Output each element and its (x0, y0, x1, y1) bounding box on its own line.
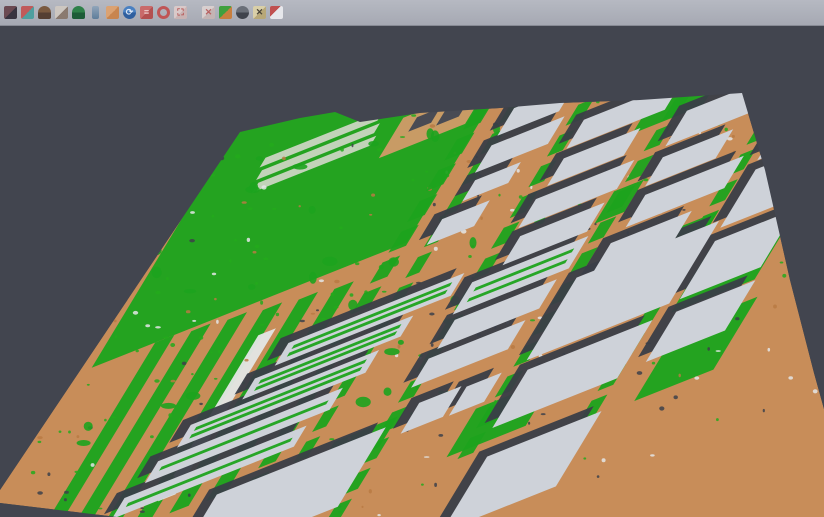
classification-map-button[interactable] (217, 3, 234, 23)
scene-svg (0, 26, 824, 517)
selection-bounds-button[interactable]: ⛶ (172, 3, 189, 23)
classified-points-icon (21, 6, 34, 19)
classified-points-button[interactable] (19, 3, 36, 23)
point-cloud-button[interactable] (2, 3, 19, 23)
refresh-icon (123, 6, 136, 19)
orthophoto-button[interactable] (104, 3, 121, 23)
clear-selection-icon (202, 6, 215, 19)
clear-selection-button[interactable]: ✕ (200, 3, 217, 23)
terrain-surface-icon (38, 6, 51, 19)
classification-map-icon (219, 6, 232, 19)
delete-points-button[interactable]: ✕ (251, 3, 268, 23)
toolbar: ⟳≡ ⛶ ✕ ✕ (0, 0, 824, 26)
layer-list-icon (140, 6, 153, 19)
terrain-surface-button[interactable] (36, 3, 53, 23)
refresh-button[interactable]: ⟳ (121, 3, 138, 23)
vegetation-surface-icon (72, 6, 85, 19)
sparse-points-icon (55, 6, 68, 19)
profile-column-button[interactable] (87, 3, 104, 23)
sphere-view-icon (236, 6, 249, 19)
sparse-points-button[interactable] (53, 3, 70, 23)
attribute-table-button[interactable] (268, 3, 285, 23)
delete-points-icon (253, 6, 266, 19)
target-button[interactable] (155, 3, 172, 23)
point-cloud-icon (4, 6, 17, 19)
sphere-view-button[interactable] (234, 3, 251, 23)
layer-list-button[interactable]: ≡ (138, 3, 155, 23)
vegetation-surface-button[interactable] (70, 3, 87, 23)
selection-bounds-icon (174, 6, 187, 19)
app-window: ⟳≡ ⛶ ✕ ✕ (0, 0, 824, 517)
profile-column-icon (92, 6, 99, 19)
3d-viewport[interactable] (0, 26, 824, 517)
orthophoto-icon (106, 6, 119, 19)
target-icon (157, 6, 170, 19)
attribute-table-icon (270, 6, 283, 19)
